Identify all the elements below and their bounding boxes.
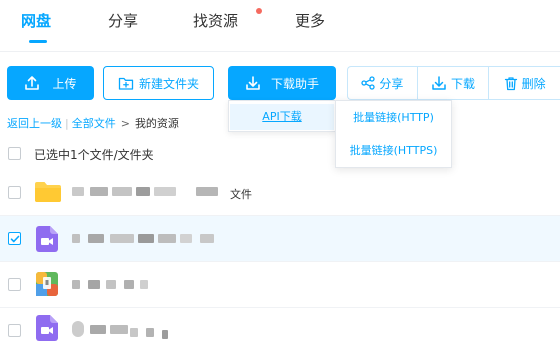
delete-label: 删除 [521, 76, 546, 91]
tab-more[interactable]: 更多 [295, 10, 325, 31]
row-checkbox[interactable] [8, 324, 21, 337]
share-icon [361, 76, 375, 90]
row-checkbox-checked[interactable] [8, 232, 21, 245]
active-tab-indicator [29, 40, 47, 43]
share-label: 分享 [379, 76, 404, 91]
new-folder-label: 新建文件夹 [138, 76, 199, 91]
tab-share[interactable]: 分享 [108, 10, 138, 31]
download-icon [432, 76, 446, 90]
video-file-icon [36, 315, 58, 341]
selection-header: 已选中1个文件/文件夹 [0, 140, 560, 168]
delete-button[interactable]: 删除 [489, 67, 560, 99]
folder-icon [35, 182, 61, 202]
batch-link-https-item[interactable]: 批量链接(HTTPS) [336, 138, 451, 164]
file-name-suffix: 文件 [230, 188, 252, 201]
row-checkbox[interactable] [8, 278, 21, 291]
all-files-link[interactable]: 全部文件 [72, 117, 116, 130]
file-row[interactable] [0, 216, 560, 262]
api-download-menu: API下载 [228, 100, 336, 132]
select-all-checkbox[interactable] [8, 147, 21, 160]
batch-link-menu: 批量链接(HTTP) 批量链接(HTTPS) [335, 100, 452, 168]
archive-file-icon [36, 272, 58, 296]
breadcrumb: 返回上一级 | 全部文件 > 我的资源 [7, 115, 179, 131]
video-file-icon [36, 226, 58, 252]
batch-link-http-item[interactable]: 批量链接(HTTP) [336, 105, 451, 131]
share-button[interactable]: 分享 [348, 67, 418, 99]
file-action-group: 分享 下载 删除 [347, 66, 560, 100]
trash-icon [504, 76, 517, 90]
api-download-label: API下载 [262, 110, 302, 123]
selection-count-text: 已选中1个文件/文件夹 [34, 148, 154, 162]
back-link[interactable]: 返回上一级 [7, 117, 62, 130]
new-folder-button[interactable]: 新建文件夹 [103, 66, 214, 100]
breadcrumb-separator: | [65, 117, 69, 130]
current-folder: 我的资源 [134, 117, 179, 130]
check-icon [10, 235, 20, 243]
notification-dot [256, 8, 262, 14]
tab-find-resources[interactable]: 找资源 [193, 10, 238, 31]
download-button[interactable]: 下载 [418, 67, 490, 99]
download-label: 下载 [450, 76, 475, 91]
file-row[interactable]: 文件 [0, 170, 560, 216]
upload-label: 上传 [52, 76, 77, 91]
download-helper-label: 下载助手 [270, 76, 319, 91]
row-checkbox[interactable] [8, 186, 21, 199]
download-icon [246, 76, 260, 90]
breadcrumb-arrow: > [120, 117, 130, 130]
upload-icon [25, 76, 40, 90]
top-nav: 网盘 分享 找资源 更多 [0, 0, 560, 52]
tab-netdisk[interactable]: 网盘 [21, 10, 51, 31]
download-helper-button[interactable]: 下载助手 [228, 66, 336, 100]
file-row[interactable] [0, 262, 560, 308]
upload-button[interactable]: 上传 [7, 66, 94, 100]
new-folder-icon [118, 77, 134, 90]
api-download-item[interactable]: API下载 [230, 104, 334, 130]
file-row[interactable] [0, 308, 560, 350]
